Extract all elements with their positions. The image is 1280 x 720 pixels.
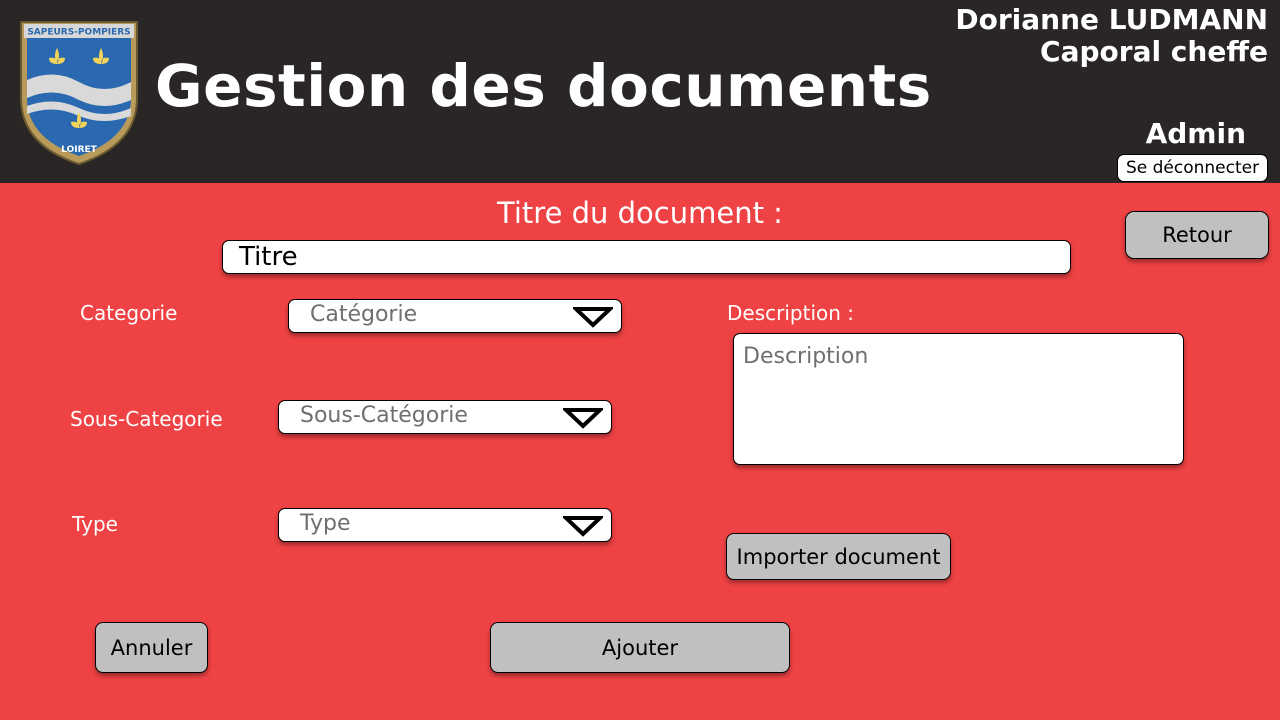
type-label: Type: [72, 512, 118, 536]
type-select[interactable]: Type: [278, 508, 612, 542]
subcategory-select[interactable]: Sous-Catégorie: [278, 400, 612, 434]
document-title-input[interactable]: Titre: [222, 240, 1071, 274]
user-name: Dorianne LUDMANN: [955, 3, 1268, 36]
subcategory-label: Sous-Categorie: [70, 407, 223, 431]
chevron-down-icon: [573, 307, 613, 328]
user-role: Admin: [1145, 117, 1246, 150]
chevron-down-icon: [563, 408, 603, 429]
category-select[interactable]: Catégorie: [288, 299, 622, 333]
description-label: Description :: [727, 301, 855, 325]
app-header: SAPEURS-POMPIERS LOIRET Gestion des docu…: [0, 0, 1280, 183]
back-button[interactable]: Retour: [1125, 211, 1269, 259]
description-textarea[interactable]: Description: [733, 333, 1184, 465]
logo-top-text: SAPEURS-POMPIERS: [27, 28, 130, 38]
add-button[interactable]: Ajouter: [490, 622, 790, 673]
logo-bottom-text: LOIRET: [61, 145, 97, 155]
chevron-down-icon: [563, 516, 603, 537]
sapeurs-pompiers-loiret-logo: SAPEURS-POMPIERS LOIRET: [20, 21, 138, 166]
user-rank: Caporal cheffe: [1040, 35, 1268, 68]
category-label: Categorie: [80, 301, 178, 325]
type-placeholder: Type: [300, 511, 351, 536]
subcategory-placeholder: Sous-Catégorie: [300, 403, 468, 428]
import-document-button[interactable]: Importer document: [726, 533, 951, 580]
cancel-button[interactable]: Annuler: [95, 622, 208, 673]
category-placeholder: Catégorie: [310, 302, 418, 327]
document-title-label: Titre du document :: [497, 196, 783, 230]
page-title: Gestion des documents: [155, 52, 932, 120]
logout-button[interactable]: Se déconnecter: [1117, 154, 1268, 182]
